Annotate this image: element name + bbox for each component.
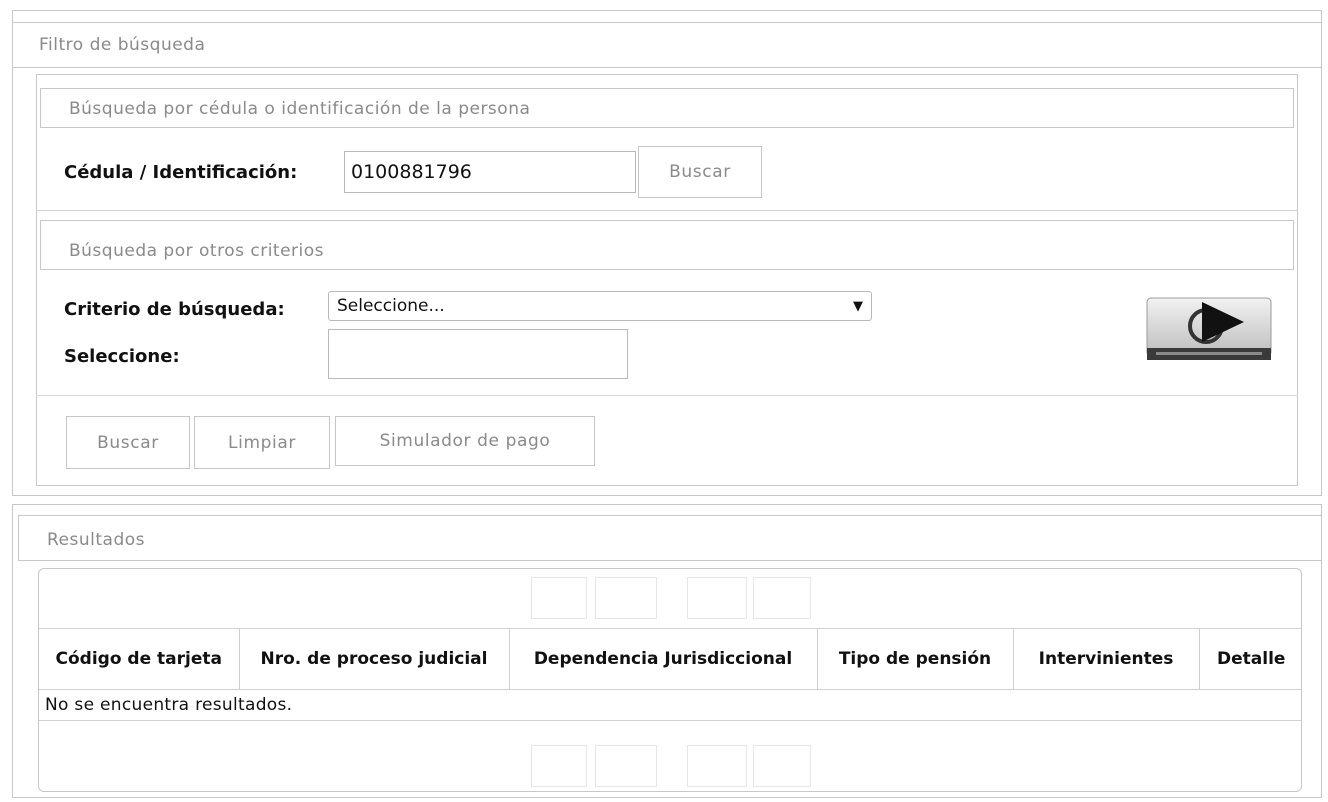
pager-next-button[interactable]: [687, 577, 747, 619]
results-table-container: Código de tarjeta Nro. de proceso judici…: [38, 568, 1302, 792]
criteria-select-value: Seleccione...: [337, 296, 445, 316]
other-search-header: Búsqueda por otros criterios: [40, 220, 1294, 270]
select-label: Seleccione:: [64, 346, 180, 367]
column-header-detail[interactable]: Detalle: [1199, 629, 1301, 690]
actions-divider: [36, 395, 1298, 396]
chevron-down-icon: ▼: [853, 298, 863, 314]
results-table: Código de tarjeta Nro. de proceso judici…: [39, 629, 1301, 721]
pager-prev-button[interactable]: [595, 745, 657, 787]
filter-panel-header: Filtro de búsqueda: [12, 22, 1322, 68]
criteria-label: Criterio de búsqueda:: [64, 299, 285, 320]
column-header-jurisdiction[interactable]: Dependencia Jurisdiccional: [509, 629, 818, 690]
bottom-pager: [39, 739, 1301, 791]
id-input[interactable]: 0100881796: [344, 151, 636, 193]
payment-simulator-button[interactable]: Simulador de pago: [335, 416, 595, 466]
column-header-pension-type[interactable]: Tipo de pensión: [817, 629, 1014, 690]
column-header-participants[interactable]: Intervinientes: [1013, 629, 1200, 690]
filter-panel-title: Filtro de búsqueda: [39, 35, 206, 55]
id-field-label: Cédula / Identificación:: [64, 162, 298, 183]
pager-first-button[interactable]: [531, 577, 587, 619]
results-title: Resultados: [47, 530, 145, 550]
pager-last-button[interactable]: [753, 577, 811, 619]
id-search-button[interactable]: Buscar: [638, 146, 762, 198]
id-search-header: Búsqueda por cédula o identificación de …: [40, 88, 1294, 128]
pager-last-button[interactable]: [753, 745, 811, 787]
column-header-process-number[interactable]: Nro. de proceso judicial: [239, 629, 510, 690]
results-header-row: Código de tarjeta Nro. de proceso judici…: [39, 629, 1301, 690]
table-row: No se encuentra resultados.: [39, 689, 1301, 721]
section-divider: [36, 210, 1298, 211]
search-button[interactable]: Buscar: [66, 416, 190, 469]
criteria-select[interactable]: Seleccione... ▼: [328, 291, 872, 321]
select-value-input[interactable]: [328, 329, 628, 379]
results-table-wrapper: Código de tarjeta Nro. de proceso judici…: [39, 629, 1301, 721]
column-header-card-code[interactable]: Código de tarjeta: [39, 629, 240, 690]
pager-next-button[interactable]: [687, 745, 747, 787]
play-video-icon[interactable]: [1146, 292, 1272, 366]
pager-first-button[interactable]: [531, 745, 587, 787]
pager-prev-button[interactable]: [595, 577, 657, 619]
id-search-title: Búsqueda por cédula o identificación de …: [69, 99, 531, 119]
top-pager: [39, 569, 1301, 629]
other-search-title: Búsqueda por otros criterios: [69, 241, 325, 261]
clear-button[interactable]: Limpiar: [194, 416, 330, 469]
empty-results-message: No se encuentra resultados.: [39, 689, 1301, 721]
results-header: Resultados: [18, 515, 1322, 561]
